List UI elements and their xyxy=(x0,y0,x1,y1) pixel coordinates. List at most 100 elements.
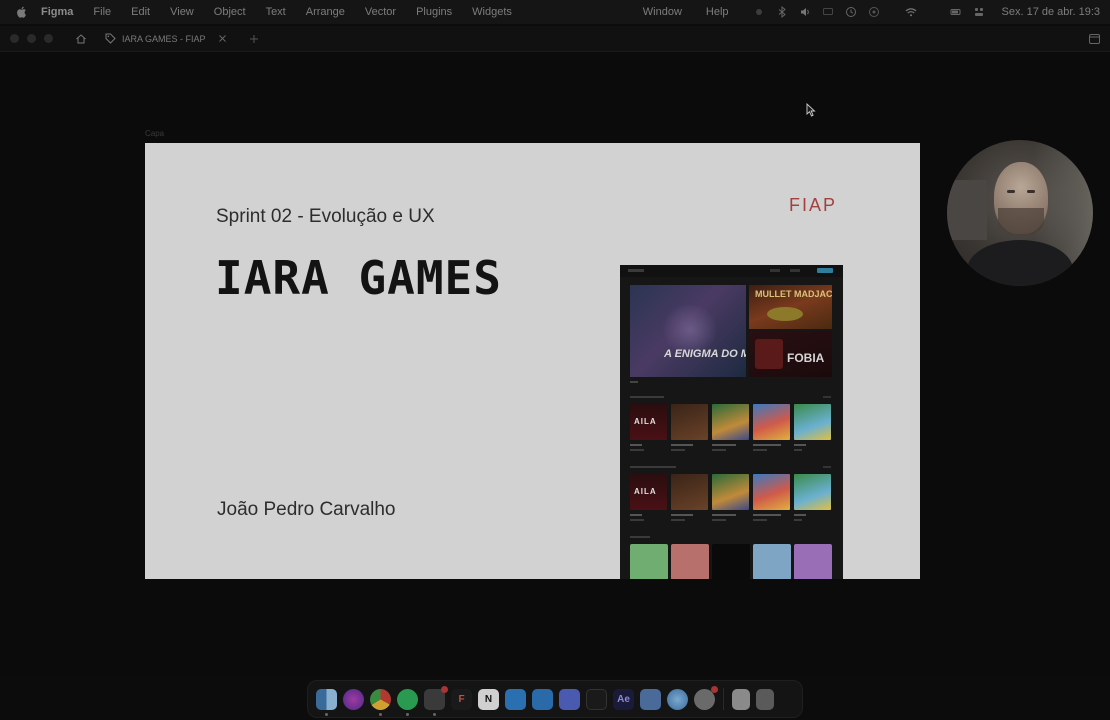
new-tab-plus-icon[interactable] xyxy=(249,34,259,44)
card-caption xyxy=(753,444,781,446)
game-card xyxy=(794,474,831,510)
apple-logo-icon[interactable] xyxy=(15,5,29,19)
dock-photos[interactable] xyxy=(694,685,718,710)
slide-frame[interactable]: Sprint 02 - Evolução e UX IARA GAMES Joã… xyxy=(145,143,920,579)
record-icon[interactable] xyxy=(753,6,765,18)
card-subcaption xyxy=(630,519,644,521)
menu-window[interactable]: Window xyxy=(643,6,682,18)
card-caption xyxy=(753,514,781,516)
dock-vscode[interactable] xyxy=(532,688,553,710)
macos-dock: F N Ae xyxy=(307,680,803,718)
category-tile xyxy=(753,544,791,579)
section-heading xyxy=(630,466,676,468)
game-card-title: AILA xyxy=(634,487,657,496)
category-tile xyxy=(794,544,832,579)
sprint-subtitle: Sprint 02 - Evolução e UX xyxy=(216,206,435,227)
card-caption xyxy=(671,514,693,516)
game-card: AILA xyxy=(630,404,667,440)
wifi-icon[interactable] xyxy=(905,6,917,18)
control-center-icon[interactable] xyxy=(973,6,985,18)
file-tab[interactable]: IARA GAMES - FIAP xyxy=(105,33,227,44)
figma-tab-bar: IARA GAMES - FIAP xyxy=(0,26,1110,52)
notification-badge xyxy=(711,685,718,693)
game-card: AILA xyxy=(630,474,667,510)
dock-document-icon[interactable] xyxy=(732,688,750,710)
dock-figma[interactable]: F xyxy=(451,688,472,710)
notification-badge xyxy=(441,685,448,693)
menu-vector[interactable]: Vector xyxy=(365,6,396,18)
section-see-more xyxy=(823,396,831,398)
dock-monitor[interactable] xyxy=(640,688,661,710)
battery-icon[interactable] xyxy=(950,6,962,18)
menubar-clock[interactable]: Sex. 17 de abr. 19:3 xyxy=(1002,6,1100,18)
game-card xyxy=(753,474,790,510)
menu-app-figma[interactable]: Figma xyxy=(41,6,73,18)
card-subcaption xyxy=(753,449,767,451)
dock-after-effects[interactable]: Ae xyxy=(613,688,634,710)
window-minimize-button[interactable] xyxy=(27,34,36,43)
clock-status-icon[interactable] xyxy=(845,6,857,18)
author-name: João Pedro Carvalho xyxy=(217,499,396,520)
slide-title: IARA GAMES xyxy=(215,251,502,305)
webcam-person-eye xyxy=(1007,190,1015,193)
window-zoom-button[interactable] xyxy=(44,34,53,43)
mockup-hero-card-a: MULLET MADJACK xyxy=(749,285,832,329)
card-caption xyxy=(630,444,642,446)
hero-a-title: MULLET MADJACK xyxy=(755,289,832,299)
screen-mirror-icon[interactable] xyxy=(822,6,834,18)
menu-bar: Figma File Edit View Object Text Arrange… xyxy=(0,0,1110,24)
dock-chrome[interactable] xyxy=(370,688,391,716)
menu-arrange[interactable]: Arrange xyxy=(306,6,345,18)
dock-slack[interactable] xyxy=(424,685,448,716)
game-card xyxy=(712,404,749,440)
menu-edit[interactable]: Edit xyxy=(131,6,150,18)
section-heading xyxy=(630,396,664,398)
section-see-more xyxy=(823,466,831,468)
mockup-nav-button xyxy=(817,268,833,273)
game-card xyxy=(671,474,708,510)
file-tag-icon xyxy=(105,33,116,44)
webcam-person-eye xyxy=(1027,190,1035,193)
card-caption xyxy=(712,514,736,516)
card-caption xyxy=(794,514,806,516)
card-subcaption xyxy=(753,519,767,521)
dock-raycast-icon[interactable] xyxy=(586,688,607,710)
sidebar-toggle-icon[interactable] xyxy=(1089,34,1100,44)
game-card xyxy=(753,404,790,440)
window-close-button[interactable] xyxy=(10,34,19,43)
card-subcaption xyxy=(794,519,802,521)
menu-widgets[interactable]: Widgets xyxy=(472,6,512,18)
hero-a-art xyxy=(767,307,803,321)
frame-label[interactable]: Capa xyxy=(145,129,164,138)
home-icon[interactable] xyxy=(75,33,87,45)
dock-azure[interactable] xyxy=(505,688,526,710)
game-card-title: AILA xyxy=(634,417,657,426)
dock-discord[interactable] xyxy=(559,688,580,710)
card-subcaption xyxy=(630,449,644,451)
dock-trash-icon[interactable] xyxy=(756,688,774,710)
fiap-logo: FIAP xyxy=(789,195,838,215)
game-card xyxy=(671,404,708,440)
close-icon[interactable] xyxy=(218,34,227,43)
dock-finder[interactable] xyxy=(316,688,337,716)
menu-text[interactable]: Text xyxy=(266,6,286,18)
menu-object[interactable]: Object xyxy=(214,6,246,18)
category-tile xyxy=(630,544,668,579)
menu-view[interactable]: View xyxy=(170,6,194,18)
card-caption xyxy=(712,444,736,446)
bluetooth-icon[interactable] xyxy=(776,6,788,18)
mockup-nav-link xyxy=(770,269,780,272)
dock-spotify[interactable] xyxy=(397,688,418,716)
menu-file[interactable]: File xyxy=(93,6,111,18)
webcam-overlay xyxy=(947,140,1093,286)
menu-plugins[interactable]: Plugins xyxy=(416,6,452,18)
volume-icon[interactable] xyxy=(799,6,811,18)
dock-messenger[interactable] xyxy=(343,688,364,710)
card-subcaption xyxy=(671,519,685,521)
control-icon[interactable] xyxy=(868,6,880,18)
dock-notion[interactable]: N xyxy=(478,688,499,710)
menu-help[interactable]: Help xyxy=(706,6,729,18)
dock-settings-icon[interactable] xyxy=(667,688,688,710)
mockup-logo xyxy=(628,269,644,272)
game-card xyxy=(712,474,749,510)
